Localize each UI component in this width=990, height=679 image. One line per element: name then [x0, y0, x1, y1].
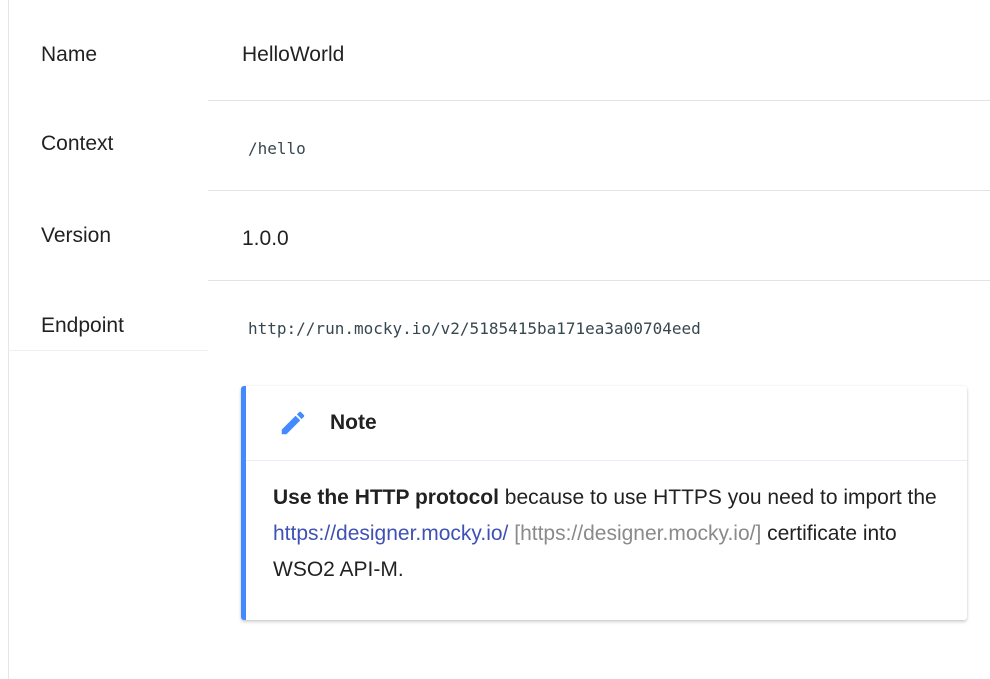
left-border-rule [8, 0, 9, 679]
row-divider [208, 280, 990, 281]
note-title-bar: Note [246, 386, 967, 461]
note-bold-lead: Use the HTTP protocol [273, 486, 499, 509]
row-value-name: HelloWorld [242, 43, 345, 66]
pencil-icon [281, 411, 305, 435]
row-label-endpoint: Endpoint [41, 314, 124, 337]
row-label-context: Context [41, 132, 114, 155]
note-title: Note [330, 411, 377, 434]
note-admonition: Note Use the HTTP protocol because to us… [241, 386, 967, 620]
row-value-endpoint[interactable]: http://run.mocky.io/v2/5185415ba171ea3a0… [248, 315, 701, 343]
row-value-context: /hello [248, 139, 306, 158]
note-text-1: because to use HTTPS you need to import … [498, 486, 937, 509]
note-body: Use the HTTP protocol because to use HTT… [273, 480, 953, 588]
row-divider [208, 190, 990, 191]
row-value-version: 1.0.0 [242, 227, 289, 250]
row-label-name: Name [41, 43, 98, 66]
row-divider [208, 100, 990, 101]
designer-mocky-link[interactable]: https://designer.mocky.io/ [273, 522, 508, 545]
row-divider-left [8, 350, 208, 351]
note-bracket-url: [https://designer.mocky.io/] [514, 522, 762, 545]
row-label-version: Version [41, 224, 112, 247]
